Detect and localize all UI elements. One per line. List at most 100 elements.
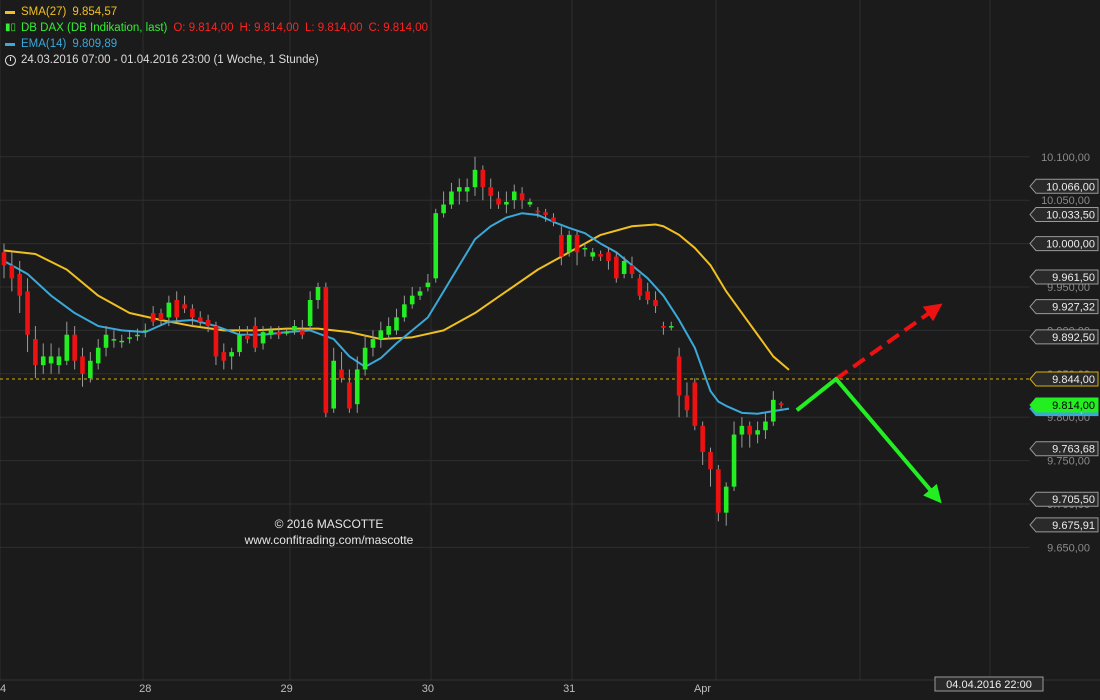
candle-body xyxy=(221,352,227,361)
range-text: 24.03.2016 07:00 - 01.04.2016 23:00 (1 W… xyxy=(21,54,319,66)
candle xyxy=(464,178,470,202)
candle-body xyxy=(237,334,242,353)
sma-line xyxy=(3,223,790,371)
candle-body xyxy=(190,308,195,318)
ohlc-low: L: 9.814,00 xyxy=(304,22,363,34)
ohlc-high: H: 9.814,00 xyxy=(239,22,299,34)
candle-body xyxy=(268,330,274,335)
candle xyxy=(645,282,650,305)
candle xyxy=(551,213,556,227)
price-level-labels: 10.066,00 10.033,50 10.000,00 9.961,50 9.927… xyxy=(1029,178,1099,533)
candle-body xyxy=(260,332,266,344)
candle-body xyxy=(480,169,486,188)
candle-body xyxy=(574,234,580,253)
x-tick-label: 29 xyxy=(280,683,292,695)
bearish-scenario-arrow xyxy=(795,377,942,504)
candle-body xyxy=(315,286,321,301)
candle xyxy=(9,252,15,292)
candle xyxy=(488,178,493,209)
candle-body xyxy=(339,369,344,379)
price-level-text: 9.705,50 xyxy=(1052,494,1095,506)
price-level-badge: 10.033,50 xyxy=(1029,207,1099,223)
candle xyxy=(174,291,179,322)
candle-body xyxy=(103,334,109,348)
candle xyxy=(684,382,690,418)
candle xyxy=(574,230,580,266)
watermark: © 2016 MASCOTTE www.confitrading.com/mas… xyxy=(200,516,458,548)
sma-27-line xyxy=(3,223,790,371)
candle-body xyxy=(174,300,179,318)
candle xyxy=(433,208,439,283)
candle-body xyxy=(354,369,360,405)
grid-lines xyxy=(0,0,1030,680)
legend-sma[interactable]: SMA(27) 9.854,57 xyxy=(5,4,428,20)
price-level-text: 9.961,50 xyxy=(1052,272,1095,284)
candle-body xyxy=(747,425,753,435)
candle xyxy=(504,191,509,214)
x-tick-label: 28 xyxy=(139,683,151,695)
candle xyxy=(716,464,721,522)
candle-body xyxy=(25,291,30,335)
candle-body xyxy=(40,356,46,366)
candle xyxy=(590,247,596,261)
candle xyxy=(331,347,336,413)
candle-body xyxy=(197,317,203,322)
ema-label: EMA(14) xyxy=(21,38,67,50)
ema-value: 9.809,89 xyxy=(72,38,118,50)
candlestick-chart[interactable]: 4 28 29 30 31 Apr 10.100,00 10.050,00 10.000,00… xyxy=(0,0,1100,700)
watermark-url: www.confitrading.com/mascotte xyxy=(244,533,414,547)
candle-body xyxy=(182,304,187,309)
candle-body xyxy=(511,191,517,201)
candle-body xyxy=(449,191,454,205)
candle xyxy=(229,347,234,370)
candle xyxy=(425,273,431,292)
candle xyxy=(755,421,760,444)
price-level-badge: 9.892,50 xyxy=(1029,329,1099,345)
x-tick-label: 31 xyxy=(563,683,575,695)
candle xyxy=(354,356,360,413)
candle xyxy=(370,330,376,357)
price-level-badge: 10.000,00 xyxy=(1029,236,1099,252)
candle-body xyxy=(252,326,258,348)
candle-body xyxy=(229,352,234,357)
candle-body xyxy=(1,252,7,266)
candle-body xyxy=(527,201,533,205)
candle-body xyxy=(417,291,423,296)
candle-body xyxy=(135,334,140,337)
candle-body xyxy=(708,451,713,470)
price-level-badge: 9.844,00 xyxy=(1029,371,1099,387)
candle-body xyxy=(637,278,643,296)
legend-instrument[interactable]: ▮▯ DB DAX (DB Indikation, last) O: 9.814… xyxy=(5,20,428,36)
instrument-name: DB DAX (DB Indikation, last) xyxy=(21,22,168,34)
price-level-text: 10.066,00 xyxy=(1046,181,1095,193)
candle-body xyxy=(72,334,77,361)
candle xyxy=(708,447,713,487)
candle xyxy=(496,191,501,209)
candle-body xyxy=(9,265,15,279)
candle-body xyxy=(676,356,682,396)
candle xyxy=(190,304,195,327)
candle-body xyxy=(64,334,70,361)
candle-body xyxy=(95,347,101,364)
y-tick-label: 10.100,00 xyxy=(1041,152,1090,164)
candle xyxy=(80,347,85,387)
candle-body xyxy=(716,469,721,513)
candle-body xyxy=(347,382,352,409)
x-tick-label: 30 xyxy=(422,683,434,695)
candle xyxy=(511,184,517,209)
candle-body xyxy=(755,430,760,435)
candle xyxy=(606,247,611,270)
price-level-text: 10.033,50 xyxy=(1046,210,1095,222)
candle-body xyxy=(150,313,156,322)
legend-ema[interactable]: EMA(14) 9.809,89 xyxy=(5,36,428,52)
x-tick-label: 4 xyxy=(0,683,6,695)
candle-body xyxy=(300,330,305,335)
candle-body xyxy=(566,234,572,253)
candle xyxy=(559,226,564,266)
candle-body xyxy=(723,486,729,513)
candle-body xyxy=(378,330,384,340)
candle-body xyxy=(245,334,250,340)
candles xyxy=(1,156,784,526)
candle-body xyxy=(323,286,329,413)
sma-swatch xyxy=(5,10,15,14)
